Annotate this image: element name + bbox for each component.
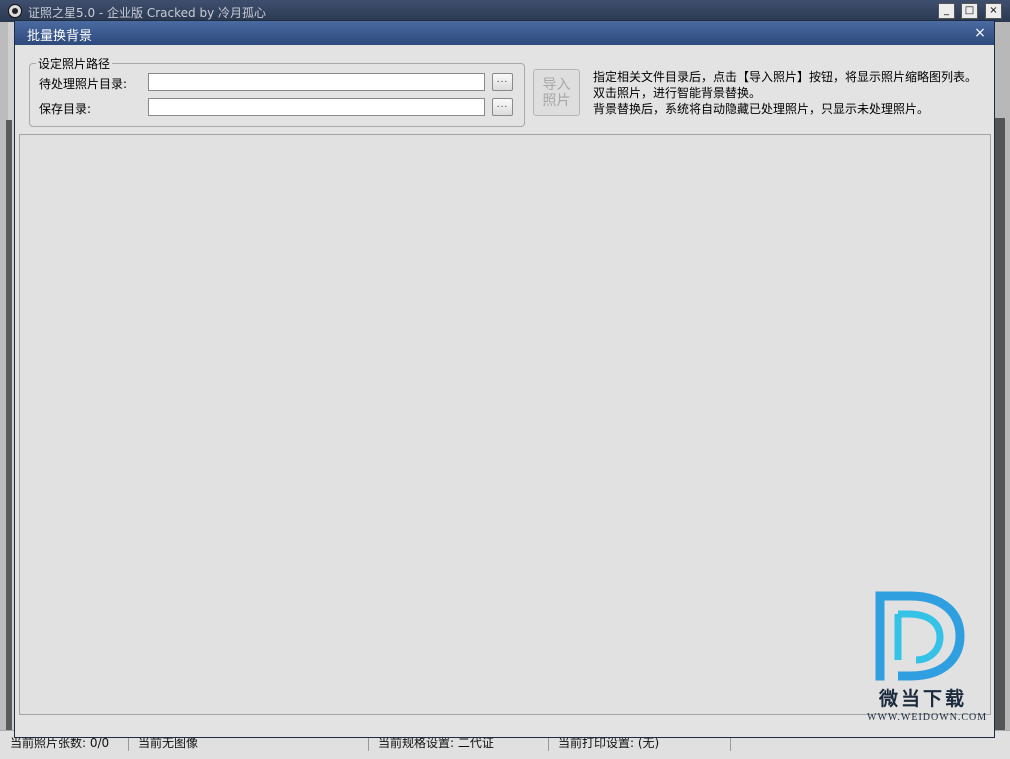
parent-window-title: 证照之星5.0 - 企业版 Cracked by 冷月孤心: [28, 6, 266, 20]
minimize-button[interactable]: _: [938, 3, 955, 19]
parent-close-button[interactable]: ×: [985, 3, 1002, 19]
instructions-text: 指定相关文件目录后，点击【导入照片】按钮，将显示照片缩略图列表。 双击照片，进行…: [593, 69, 977, 117]
source-dir-label: 待处理照片目录:: [39, 77, 128, 91]
import-button-line2: 照片: [542, 92, 571, 109]
import-button-line1: 导入: [542, 76, 571, 93]
instruction-line: 指定相关文件目录后，点击【导入照片】按钮，将显示照片缩略图列表。: [593, 70, 978, 84]
dialog-close-button[interactable]: ×: [972, 25, 988, 41]
watermark-brand-url: WWW.WEIDOWN.COM: [867, 712, 988, 723]
source-browse-button[interactable]: ...: [492, 73, 513, 91]
parent-left-border: [6, 120, 12, 730]
save-browse-button[interactable]: ...: [492, 98, 513, 116]
maximize-button[interactable]: □: [961, 3, 978, 19]
dialog-titlebar: 批量换背景 ×: [15, 21, 994, 45]
instruction-line: 背景替换后，系统将自动隐藏已处理照片，只显示未处理照片。: [593, 102, 930, 116]
thumbnail-list-area[interactable]: [19, 134, 991, 715]
path-settings-group: 设定照片路径 待处理照片目录: ... 保存目录: ...: [29, 55, 525, 127]
save-dir-input[interactable]: [148, 98, 485, 116]
parent-right-border: [995, 118, 1005, 730]
group-title: 设定照片路径: [36, 55, 113, 72]
import-photos-button[interactable]: 导入 照片: [533, 69, 580, 116]
source-dir-input[interactable]: [148, 73, 485, 91]
dialog-title: 批量换背景: [27, 29, 93, 44]
camera-app-icon: [8, 4, 22, 18]
instruction-line: 双击照片，进行智能背景替换。: [593, 86, 762, 100]
save-dir-label: 保存目录:: [39, 102, 92, 116]
parent-window-titlebar: 证照之星5.0 - 企业版 Cracked by 冷月孤心 _ □ ×: [0, 0, 1010, 22]
batch-background-dialog: 批量换背景 × 设定照片路径 待处理照片目录: ... 保存目录: ... 导入…: [14, 20, 995, 738]
watermark-brand-cn: 微当下载: [879, 688, 968, 710]
